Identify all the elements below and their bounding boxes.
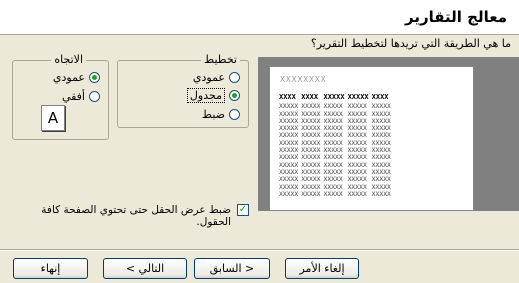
preview-body: XXXXX XXXXX XXXXX XXXXX XXXXX XXXXX XXXXX XXXXX… xyxy=(279,102,394,198)
preview-row: XXXXX XXXXX XXXXX XXXXX XXXXX xyxy=(279,189,394,198)
orientation-option-portrait-label: عمودي xyxy=(52,71,85,84)
orientation-group: الاتجاه عمودي أفقي A xyxy=(12,53,109,140)
preview-page: XXXXXXXX XXXX XXXX XXXXX XXXXX XXXX XXXX… xyxy=(269,66,474,211)
radio-tabular[interactable] xyxy=(229,90,240,101)
report-wizard-window: معالج التقارير ما هي الطريقة التي تريدها… xyxy=(0,0,519,283)
orientation-option-landscape-label: أفقي xyxy=(61,90,85,103)
portrait-page-icon: A xyxy=(41,105,65,131)
orientation-group-legend: الاتجاه xyxy=(51,53,86,66)
layout-option-tabular[interactable]: مجدول xyxy=(186,88,240,103)
layout-option-columnar[interactable]: عمودي xyxy=(193,71,240,84)
wizard-title: معالج التقارير xyxy=(405,8,507,26)
preview-cell: XXXXX xyxy=(279,189,299,198)
preview-cell: XXXXX xyxy=(323,189,343,198)
layout-group: تخطيط عمودي مجدول ضبط xyxy=(117,53,249,128)
radio-landscape[interactable] xyxy=(89,91,100,102)
radio-portrait[interactable] xyxy=(89,72,100,83)
fit-fields-option[interactable]: ✓ ضبط عرض الحقل حتى تحتوي الصفحة كافة ال… xyxy=(11,204,249,228)
finish-button[interactable]: إنهاء xyxy=(13,258,88,279)
layout-option-justified-label: ضبط xyxy=(201,108,225,121)
next-button[interactable]: التالي > xyxy=(103,258,187,279)
layout-question: ما هي الطريقة التي تريدها لتخطيط التقرير… xyxy=(310,37,511,50)
fit-fields-checkbox[interactable]: ✓ xyxy=(237,204,249,216)
preview-title: XXXXXXXX xyxy=(280,75,327,84)
orientation-option-portrait[interactable]: عمودي xyxy=(53,71,100,84)
fit-fields-label: ضبط عرض الحقل حتى تحتوي الصفحة كافة الحق… xyxy=(41,204,231,228)
preview-cell: XXXXX xyxy=(347,189,367,198)
radio-justified[interactable] xyxy=(229,109,240,120)
layout-group-legend: تخطيط xyxy=(201,53,240,66)
back-button[interactable]: < السابق xyxy=(194,258,270,279)
radio-columnar[interactable] xyxy=(229,72,240,83)
cancel-button[interactable]: إلغاء الأمر xyxy=(285,258,359,279)
preview-table: XXXX XXXX XXXXX XXXXX XXXX XXXXX XXXXX XXX… xyxy=(279,93,394,198)
footer-divider xyxy=(0,249,519,251)
preview-cell: XXXXX xyxy=(301,189,321,198)
wizard-header: معالج التقارير xyxy=(0,0,519,35)
layout-option-justified[interactable]: ضبط xyxy=(202,108,240,121)
preview-cell: XXXXX xyxy=(371,189,391,198)
layout-option-tabular-label: مجدول xyxy=(186,88,225,103)
layout-option-columnar-label: عمودي xyxy=(192,71,225,84)
orientation-option-landscape[interactable]: أفقي xyxy=(62,90,100,103)
